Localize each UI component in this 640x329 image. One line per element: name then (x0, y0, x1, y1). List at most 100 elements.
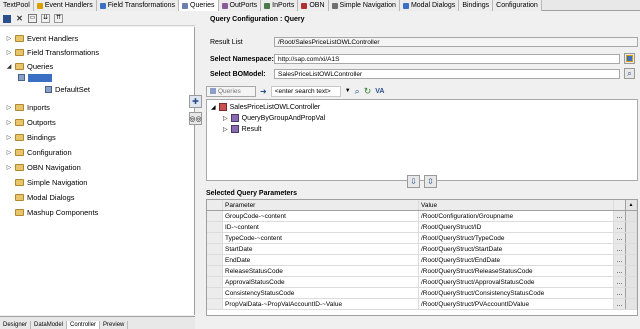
parameter-cell[interactable]: PropValData-~PropValAccountID-~Value (223, 299, 419, 309)
va-button[interactable]: VA (375, 88, 384, 95)
table-row[interactable]: EndDate/Root/QueryStruct/EndDate... (207, 255, 637, 266)
expand-icon[interactable]: ▷ (6, 134, 12, 141)
expand-icon[interactable]: ▷ (6, 104, 12, 111)
row-selector[interactable] (207, 233, 223, 243)
row-selector[interactable] (207, 211, 223, 221)
bomodel-search-icon[interactable]: ⌕ (624, 68, 635, 79)
row-selector[interactable] (207, 255, 223, 265)
bottom-tab-preview[interactable]: Preview (100, 321, 129, 329)
remove-parameter-icon[interactable]: ⇳ (424, 175, 437, 188)
row-selector[interactable] (207, 244, 223, 254)
tab-simple-navigation[interactable]: Simple Navigation (328, 0, 400, 11)
collapse-all-icon[interactable]: ⇈ (54, 14, 63, 23)
value-browse-button[interactable]: ... (614, 211, 626, 221)
collapse-icon[interactable]: ◢ (6, 63, 12, 70)
add-query-icon[interactable]: ✚ (189, 95, 202, 108)
table-row[interactable]: ConsistencyStatusCode/Root/QueryStruct/C… (207, 288, 637, 299)
parameter-cell[interactable]: ID-~content (223, 222, 419, 232)
row-selector[interactable] (207, 277, 223, 287)
value-cell[interactable]: /Root/QueryStruct/StartDate (419, 244, 614, 254)
row-selector[interactable] (207, 266, 223, 276)
value-browse-button[interactable]: ... (614, 299, 626, 309)
dropdown-arrow-icon[interactable]: ▼ (345, 88, 351, 94)
row-selector[interactable] (207, 288, 223, 298)
tree-item-configuration[interactable]: ▷ Configuration (6, 147, 72, 158)
table-row[interactable]: TypeCode-~content/Root/QueryStruct/TypeC… (207, 233, 637, 244)
value-cell[interactable]: /Root/QueryStruct/TypeCode (419, 233, 614, 243)
tab-obn[interactable]: OBN (298, 0, 329, 11)
value-cell[interactable]: /Root/QueryStruct/ConsistencyStatusCode (419, 288, 614, 298)
value-cell[interactable]: /Root/Configuration/Groupname (419, 211, 614, 221)
table-row[interactable]: PropValData-~PropValAccountID-~Value/Roo… (207, 299, 637, 310)
table-row[interactable]: ReleaseStatusCode/Root/QueryStruct/Relea… (207, 266, 637, 277)
query-tree-result[interactable]: ▷ Result (223, 124, 261, 134)
query-type-dropdown[interactable]: Queries (206, 85, 256, 97)
scrollbar-track[interactable] (626, 211, 637, 221)
binoculars-icon[interactable]: ◎◎ (189, 112, 202, 125)
tree-item-bindings[interactable]: ▷ Bindings (6, 132, 56, 143)
value-cell[interactable]: /Root/QueryStruct/ApprovalStatusCode (419, 277, 614, 287)
tab-queries[interactable]: Queries (179, 0, 219, 11)
delete-icon[interactable]: ▭ (28, 14, 37, 23)
tree-item-inports[interactable]: ▷ Inports (6, 102, 50, 113)
value-browse-button[interactable]: ... (614, 277, 626, 287)
table-row[interactable]: GroupCode-~content/Root/Configuration/Gr… (207, 211, 637, 222)
tab-bindings[interactable]: Bindings (459, 0, 494, 11)
tree-item-modal-dialogs[interactable]: Modal Dialogs (6, 192, 75, 203)
tree-item-field-transformations[interactable]: ▷ Field Transformations (6, 47, 99, 58)
tree-item-outports[interactable]: ▷ Outports (6, 117, 56, 128)
tab-inports[interactable]: InPorts (261, 0, 299, 11)
column-header-value[interactable]: Value (419, 200, 614, 210)
expand-icon[interactable]: ▷ (223, 126, 228, 133)
scrollbar-track[interactable] (626, 266, 637, 276)
value-browse-button[interactable]: ... (614, 255, 626, 265)
tree-item-queries[interactable]: ◢ Queries (6, 61, 54, 72)
scrollbar-track[interactable] (626, 299, 637, 309)
parameter-cell[interactable]: TypeCode-~content (223, 233, 419, 243)
value-cell[interactable]: /Root/QueryStruct/ReleaseStatusCode (419, 266, 614, 276)
tree-item-event-handlers[interactable]: ▷ Event Handlers (6, 33, 79, 44)
expand-icon[interactable]: ▷ (6, 164, 12, 171)
table-row[interactable]: StartDate/Root/QueryStruct/StartDate... (207, 244, 637, 255)
tab-outports[interactable]: OutPorts (218, 0, 262, 11)
parameter-cell[interactable]: EndDate (223, 255, 419, 265)
collapse-icon[interactable]: ◢ (211, 104, 216, 111)
search-input[interactable]: <enter search text> (270, 85, 341, 97)
add-parameter-icon[interactable]: ⇩ (407, 175, 420, 188)
scrollbar-track[interactable] (626, 277, 637, 287)
value-browse-button[interactable]: ... (614, 266, 626, 276)
table-row[interactable]: ID-~content/Root/QueryStruct/ID... (207, 222, 637, 233)
parameter-cell[interactable]: GroupCode-~content (223, 211, 419, 221)
tree-item-simple-navigation[interactable]: Simple Navigation (6, 177, 87, 188)
scrollbar-up-icon[interactable]: ▲ (626, 200, 637, 210)
expand-icon[interactable]: ▷ (223, 115, 228, 122)
parameter-cell[interactable]: ReleaseStatusCode (223, 266, 419, 276)
close-icon[interactable]: ✕ (15, 14, 24, 23)
tab-modal-dialogs[interactable]: Modal Dialogs (399, 0, 460, 11)
tab-field-transformations[interactable]: Field Transformations (96, 0, 180, 11)
value-browse-button[interactable]: ... (614, 244, 626, 254)
tree-item-obn-navigation[interactable]: ▷ OBN Navigation (6, 162, 81, 173)
scrollbar-track[interactable] (626, 255, 637, 265)
namespace-picker-icon[interactable] (624, 53, 635, 64)
tree-item-mashup-components[interactable]: Mashup Components (6, 207, 98, 218)
expand-icon[interactable]: ▷ (6, 149, 12, 156)
query-tree-root[interactable]: ◢ SalesPriceListOWLController (211, 102, 320, 112)
bottom-tab-datamodel[interactable]: DataModel (31, 321, 68, 329)
bottom-tab-designer[interactable]: Designer (0, 321, 32, 329)
row-selector[interactable] (207, 299, 223, 309)
tab-configuration[interactable]: Configuration (493, 0, 542, 11)
value-cell[interactable]: /Root/QueryStruct/ID (419, 222, 614, 232)
tab-textpool[interactable]: TextPool (0, 0, 34, 11)
value-browse-button[interactable]: ... (614, 288, 626, 298)
scrollbar-track[interactable] (626, 233, 637, 243)
result-list-field[interactable]: /Root/SalesPriceListOWLController (274, 37, 638, 47)
table-row[interactable]: ApprovalStatusCode/Root/QueryStruct/Appr… (207, 277, 637, 288)
tree-item-query-selected[interactable] (18, 72, 52, 83)
parameter-cell[interactable]: ApprovalStatusCode (223, 277, 419, 287)
save-icon[interactable] (3, 14, 11, 23)
scrollbar-track[interactable] (626, 244, 637, 254)
value-cell[interactable]: /Root/QueryStruct/PVAccountIDValue (419, 299, 614, 309)
value-browse-button[interactable]: ... (614, 222, 626, 232)
column-header-parameter[interactable]: Parameter (223, 200, 419, 210)
